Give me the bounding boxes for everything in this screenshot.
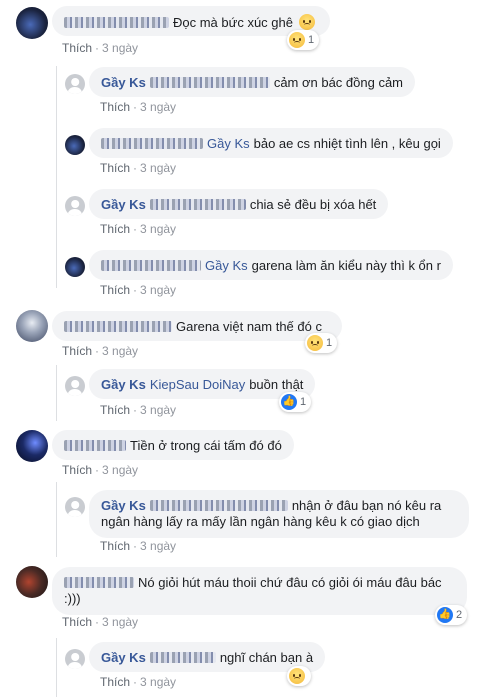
comment-bubble: Đọc mà bức xúc ghê: [52, 6, 330, 36]
blurred-tag[interactable]: [149, 500, 288, 511]
default-avatar-icon[interactable]: [65, 376, 85, 396]
reply-meta: Thích · 3 ngày: [100, 283, 177, 297]
mention[interactable]: KiepSau DoiNay: [150, 377, 245, 392]
author-name[interactable]: Gầy Ks: [101, 75, 146, 90]
reply-thread-line: [56, 482, 57, 557]
reply-bubble: Gầy Ks nhận ở đâu bạn nó kêu ra ngân hàng…: [89, 490, 469, 538]
timestamp[interactable]: 3 ngày: [140, 222, 176, 236]
blurred-author-name[interactable]: [64, 321, 172, 332]
like-link[interactable]: Thích: [62, 615, 92, 629]
default-avatar-icon[interactable]: [65, 497, 85, 517]
reply-thread-line: [56, 638, 57, 697]
reply-text: cảm ơn bác đồng cảm: [273, 75, 404, 90]
reply-bubble: Gầy Ks garena làm ăn kiểu này thì k ổn r: [89, 250, 453, 280]
like-link[interactable]: Thích: [100, 539, 130, 553]
comment-meta: Thích · 3 ngày: [62, 344, 139, 358]
timestamp[interactable]: 3 ngày: [140, 161, 176, 175]
like-link[interactable]: Thích: [62, 344, 92, 358]
avatar[interactable]: [16, 7, 48, 39]
timestamp[interactable]: 3 ngày: [140, 100, 176, 114]
blurred-author-name[interactable]: [64, 440, 126, 451]
comment-text: Tiền ở trong cái tấm đó đó: [130, 438, 282, 453]
reaction-badge[interactable]: 👍 1: [279, 392, 312, 412]
avatar[interactable]: [16, 310, 48, 342]
reply-bubble: Gầy Ks chia sẻ đều bị xóa hết: [89, 189, 389, 219]
reaction-badge[interactable]: [287, 666, 311, 686]
reply-meta: Thích · 3 ngày: [100, 675, 177, 689]
blurred-tag[interactable]: [149, 77, 270, 88]
timestamp[interactable]: 3 ngày: [102, 463, 138, 477]
default-avatar-icon[interactable]: [65, 74, 85, 94]
blurred-tag[interactable]: [149, 652, 216, 663]
reply-bubble: Gầy Ks bảo ae cs nhiệt tình lên , kêu gọi: [89, 128, 453, 158]
sad-face-icon: [298, 14, 315, 30]
blurred-author-name[interactable]: [101, 138, 203, 149]
sad-face-icon: [289, 668, 305, 684]
avatar[interactable]: [65, 257, 85, 277]
reaction-badge[interactable]: 👍 2: [435, 605, 468, 625]
timestamp[interactable]: 3 ngày: [102, 344, 138, 358]
reply-text: garena làm ăn kiểu này thì k ổn r: [251, 258, 441, 273]
comment-meta: Thích · 3 ngày: [62, 463, 139, 477]
author-name[interactable]: Gầy Ks: [101, 498, 146, 513]
blurred-author-name[interactable]: [64, 17, 169, 28]
avatar[interactable]: [65, 135, 85, 155]
timestamp[interactable]: 3 ngày: [140, 283, 176, 297]
timestamp[interactable]: 3 ngày: [140, 539, 176, 553]
author-name[interactable]: Gầy Ks: [101, 650, 146, 665]
sad-face-icon: [289, 32, 305, 48]
reaction-badge[interactable]: 1: [287, 30, 320, 50]
blurred-author-name[interactable]: [64, 577, 134, 588]
reply-meta: Thích · 3 ngày: [100, 222, 177, 236]
comment-bubble: Garena việt nam thế đó c: [52, 311, 342, 341]
like-link[interactable]: Thích: [100, 100, 130, 114]
comment-text: Đọc mà bức xúc ghê: [173, 15, 293, 30]
author-name[interactable]: Gầy Ks: [101, 377, 146, 392]
mention[interactable]: Gầy Ks: [205, 258, 248, 273]
reply-text: buồn thật: [249, 377, 304, 392]
like-link[interactable]: Thích: [100, 283, 130, 297]
reply-thread-line: [56, 66, 57, 288]
reaction-count: 1: [326, 337, 333, 349]
timestamp[interactable]: 3 ngày: [102, 615, 138, 629]
thumbs-up-icon: 👍: [437, 607, 453, 623]
reaction-count: 1: [300, 396, 307, 408]
like-link[interactable]: Thích: [100, 222, 130, 236]
timestamp[interactable]: 3 ngày: [140, 403, 176, 417]
comment-meta: Thích · 3 ngày: [62, 615, 139, 629]
comment-text: Garena việt nam thế đó c: [176, 319, 322, 334]
thumbs-up-icon: 👍: [281, 394, 297, 410]
sad-face-icon: [307, 335, 323, 351]
comment-bubble: Tiền ở trong cái tấm đó đó: [52, 430, 294, 460]
reply-bubble: Gầy Ks cảm ơn bác đồng cảm: [89, 67, 416, 97]
comment-bubble: Nó giỏi hút máu thoii chứ đâu có giỏi ói…: [52, 567, 467, 615]
like-link[interactable]: Thích: [100, 675, 130, 689]
avatar[interactable]: [16, 566, 48, 598]
avatar[interactable]: [16, 430, 48, 462]
reply-text: chia sẻ đều bị xóa hết: [249, 197, 377, 212]
reply-text: bảo ae cs nhiệt tình lên , kêu gọi: [253, 136, 441, 151]
reply-meta: Thích · 3 ngày: [100, 100, 177, 114]
default-avatar-icon[interactable]: [65, 196, 85, 216]
reply-meta: Thích · 3 ngày: [100, 539, 177, 553]
timestamp[interactable]: 3 ngày: [140, 675, 176, 689]
reply-thread-line: [56, 365, 57, 421]
like-link[interactable]: Thích: [62, 463, 92, 477]
reaction-count: 2: [456, 609, 463, 621]
like-link[interactable]: Thích: [100, 403, 130, 417]
like-link[interactable]: Thích: [100, 161, 130, 175]
comment-meta: Thích · 3 ngày: [62, 41, 139, 55]
blurred-tag[interactable]: [149, 199, 246, 210]
reaction-badge[interactable]: 1: [305, 333, 338, 353]
reply-text: nghĩ chán bạn à: [219, 650, 314, 665]
default-avatar-icon[interactable]: [65, 649, 85, 669]
reply-meta: Thích · 3 ngày: [100, 403, 177, 417]
mention[interactable]: Gầy Ks: [207, 136, 250, 151]
reply-meta: Thích · 3 ngày: [100, 161, 177, 175]
timestamp[interactable]: 3 ngày: [102, 41, 138, 55]
reaction-count: 1: [308, 34, 315, 46]
blurred-author-name[interactable]: [101, 260, 201, 271]
like-link[interactable]: Thích: [62, 41, 92, 55]
author-name[interactable]: Gầy Ks: [101, 197, 146, 212]
